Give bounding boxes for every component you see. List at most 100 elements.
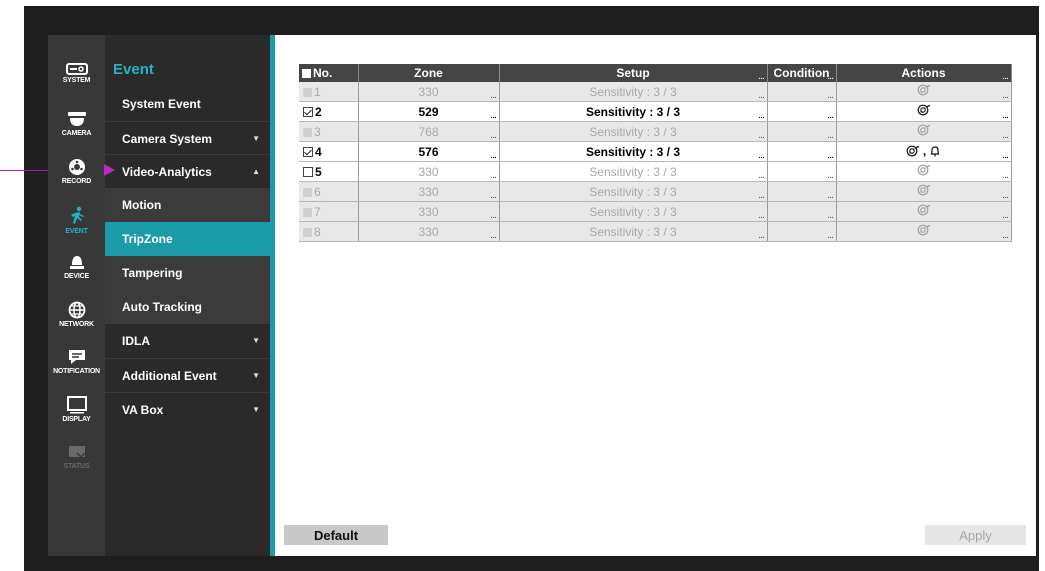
table-row[interactable]: 8 330... Sensitivity : 3 / 3......... bbox=[299, 221, 1012, 242]
condition-more-icon[interactable]: ... bbox=[828, 173, 834, 180]
nav-item-status[interactable]: STATUS bbox=[48, 445, 105, 470]
menu-item-camera-system[interactable]: Camera System ▼ bbox=[105, 121, 270, 155]
zone-more-icon[interactable]: ... bbox=[491, 93, 497, 100]
row-checkbox[interactable] bbox=[303, 106, 313, 117]
nav-item-record[interactable]: RECORD bbox=[48, 158, 105, 185]
condition-more-icon[interactable]: ... bbox=[828, 93, 834, 100]
cell-condition[interactable]: ... bbox=[767, 221, 837, 242]
menu-item-tampering[interactable]: Tampering bbox=[105, 256, 270, 290]
actions-more-icon[interactable]: ... bbox=[1003, 233, 1009, 240]
nav-item-system[interactable]: SYSTEM bbox=[48, 63, 105, 84]
cell-setup[interactable]: Sensitivity : 3 / 3... bbox=[499, 82, 768, 102]
cell-no[interactable]: 2 bbox=[299, 101, 359, 122]
zone-more-icon[interactable]: ... bbox=[491, 213, 497, 220]
actions-more-icon[interactable]: ... bbox=[1003, 113, 1009, 120]
table-row[interactable]: 1 330... Sensitivity : 3 / 3......... bbox=[299, 82, 1012, 102]
cell-setup[interactable]: Sensitivity : 3 / 3... bbox=[499, 161, 768, 182]
row-checkbox[interactable] bbox=[303, 127, 312, 137]
cell-setup[interactable]: Sensitivity : 3 / 3... bbox=[499, 221, 768, 242]
cell-actions[interactable]: ... bbox=[836, 181, 1012, 202]
cell-actions[interactable]: ... bbox=[836, 221, 1012, 242]
nav-item-event[interactable]: EVENT bbox=[48, 206, 105, 235]
actions-more-icon[interactable]: ... bbox=[1003, 93, 1009, 100]
cell-condition[interactable]: ... bbox=[767, 121, 837, 142]
table-row[interactable]: 5 330... Sensitivity : 3 / 3......... bbox=[299, 161, 1012, 182]
setup-more-icon[interactable]: ... bbox=[759, 113, 765, 120]
nav-item-display[interactable]: DISPLAY bbox=[48, 396, 105, 423]
nav-item-device[interactable]: DEVICE bbox=[48, 253, 105, 280]
cell-actions[interactable]: ... bbox=[836, 82, 1012, 102]
row-checkbox[interactable] bbox=[303, 187, 312, 197]
row-checkbox[interactable] bbox=[303, 227, 312, 237]
cell-condition[interactable]: ... bbox=[767, 82, 837, 102]
cell-setup[interactable]: Sensitivity : 3 / 3... bbox=[499, 141, 768, 162]
zone-more-icon[interactable]: ... bbox=[491, 233, 497, 240]
actions-more-icon[interactable]: ... bbox=[1003, 213, 1009, 220]
cell-setup[interactable]: Sensitivity : 3 / 3... bbox=[499, 201, 768, 222]
menu-item-tripzone[interactable]: TripZone bbox=[105, 222, 270, 256]
setup-more-icon[interactable]: ... bbox=[759, 213, 765, 220]
zone-more-icon[interactable]: ... bbox=[491, 173, 497, 180]
setup-more-icon[interactable]: ... bbox=[759, 93, 765, 100]
cell-condition[interactable]: ... bbox=[767, 181, 837, 202]
menu-item-va-box[interactable]: VA Box ▼ bbox=[105, 392, 270, 426]
zone-more-icon[interactable]: ... bbox=[491, 133, 497, 140]
row-checkbox[interactable] bbox=[303, 207, 312, 217]
table-row[interactable]: 3 768... Sensitivity : 3 / 3......... bbox=[299, 121, 1012, 142]
actions-more-icon[interactable]: ... bbox=[1003, 133, 1009, 140]
menu-item-motion[interactable]: Motion bbox=[105, 188, 270, 222]
actions-more-icon[interactable]: ... bbox=[1003, 193, 1009, 200]
condition-more-icon[interactable]: ... bbox=[828, 153, 834, 160]
cell-no[interactable]: 5 bbox=[299, 161, 359, 182]
zone-more-icon[interactable]: ... bbox=[491, 153, 497, 160]
cell-no[interactable]: 8 bbox=[299, 221, 359, 242]
cell-setup[interactable]: Sensitivity : 3 / 3... bbox=[499, 101, 768, 122]
cell-no[interactable]: 7 bbox=[299, 201, 359, 222]
actions-all-more-icon[interactable]: ... bbox=[1003, 74, 1009, 81]
menu-item-idla[interactable]: IDLA ▼ bbox=[105, 324, 270, 358]
row-checkbox[interactable] bbox=[303, 166, 313, 177]
menu-item-auto-tracking[interactable]: Auto Tracking bbox=[105, 290, 270, 324]
cell-condition[interactable]: ... bbox=[767, 201, 837, 222]
setup-more-icon[interactable]: ... bbox=[759, 173, 765, 180]
select-all-checkbox[interactable] bbox=[302, 69, 311, 78]
cell-condition[interactable]: ... bbox=[767, 101, 837, 122]
zone-more-icon[interactable]: ... bbox=[491, 193, 497, 200]
setup-more-icon[interactable]: ... bbox=[759, 153, 765, 160]
actions-more-icon[interactable]: ... bbox=[1003, 153, 1009, 160]
setup-all-more-icon[interactable]: ... bbox=[759, 74, 765, 81]
menu-item-additional-event[interactable]: Additional Event ▼ bbox=[105, 358, 270, 392]
cell-actions[interactable]: ... bbox=[836, 201, 1012, 222]
setup-more-icon[interactable]: ... bbox=[759, 233, 765, 240]
header-no[interactable]: No. bbox=[299, 64, 359, 82]
condition-more-icon[interactable]: ... bbox=[828, 233, 834, 240]
nav-item-network[interactable]: NETWORK bbox=[48, 301, 105, 328]
setup-more-icon[interactable]: ... bbox=[759, 133, 765, 140]
row-checkbox[interactable] bbox=[303, 87, 312, 97]
condition-more-icon[interactable]: ... bbox=[828, 193, 834, 200]
condition-more-icon[interactable]: ... bbox=[828, 213, 834, 220]
table-row[interactable]: 4 576... Sensitivity : 3 / 3......,... bbox=[299, 141, 1012, 162]
menu-item-video-analytics[interactable]: Video-Analytics ▲ bbox=[105, 154, 270, 188]
zone-more-icon[interactable]: ... bbox=[491, 113, 497, 120]
cell-actions[interactable]: ,... bbox=[836, 141, 1012, 162]
default-button[interactable]: Default bbox=[284, 525, 388, 545]
condition-more-icon[interactable]: ... bbox=[828, 133, 834, 140]
actions-more-icon[interactable]: ... bbox=[1003, 173, 1009, 180]
cell-condition[interactable]: ... bbox=[767, 141, 837, 162]
nav-item-notification[interactable]: NOTIFICATION bbox=[48, 348, 105, 375]
setup-more-icon[interactable]: ... bbox=[759, 193, 765, 200]
cell-no[interactable]: 6 bbox=[299, 181, 359, 202]
nav-item-camera[interactable]: CAMERA bbox=[48, 110, 105, 137]
cell-no[interactable]: 1 bbox=[299, 82, 359, 102]
table-row[interactable]: 6 330... Sensitivity : 3 / 3......... bbox=[299, 181, 1012, 202]
cell-setup[interactable]: Sensitivity : 3 / 3... bbox=[499, 181, 768, 202]
table-row[interactable]: 7 330... Sensitivity : 3 / 3......... bbox=[299, 201, 1012, 222]
cell-actions[interactable]: ... bbox=[836, 161, 1012, 182]
row-checkbox[interactable] bbox=[303, 146, 313, 157]
table-row[interactable]: 2 529... Sensitivity : 3 / 3......... bbox=[299, 101, 1012, 122]
cell-condition[interactable]: ... bbox=[767, 161, 837, 182]
condition-all-more-icon[interactable]: ... bbox=[828, 74, 834, 81]
cell-no[interactable]: 4 bbox=[299, 141, 359, 162]
cell-setup[interactable]: Sensitivity : 3 / 3... bbox=[499, 121, 768, 142]
